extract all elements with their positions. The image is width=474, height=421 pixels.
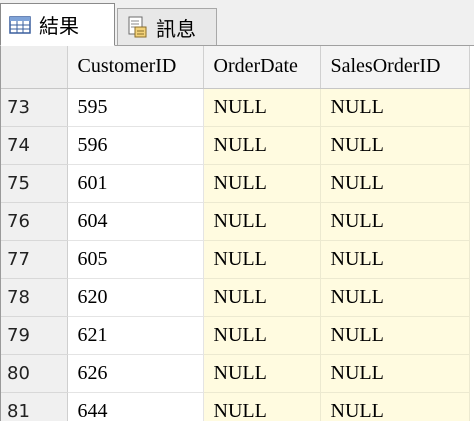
cell-salesorderid[interactable]: NULL — [320, 202, 470, 241]
tab-messages[interactable]: 訊息 — [117, 8, 217, 45]
cell-customerid[interactable]: 620 — [67, 278, 204, 317]
column-header-orderdate[interactable]: OrderDate — [203, 46, 321, 89]
cell-salesorderid[interactable]: NULL — [320, 88, 470, 127]
cell-salesorderid[interactable]: NULL — [320, 354, 470, 393]
cell-orderdate[interactable]: NULL — [203, 240, 321, 279]
header-row: CustomerID OrderDate SalesOrderID — [1, 46, 470, 89]
table-row[interactable]: 77 605 NULL NULL — [1, 240, 470, 279]
row-number[interactable]: 80 — [1, 354, 68, 393]
row-number[interactable]: 73 — [1, 88, 68, 127]
grid-icon — [9, 15, 31, 34]
table-row[interactable]: 74 596 NULL NULL — [1, 126, 470, 165]
table-row[interactable]: 73 595 NULL NULL — [1, 88, 470, 127]
cell-orderdate[interactable]: NULL — [203, 88, 321, 127]
results-table: CustomerID OrderDate SalesOrderID 73 595 N… — [1, 46, 470, 421]
column-header-customerid[interactable]: CustomerID — [67, 46, 204, 89]
tab-results[interactable]: 結果 — [0, 3, 115, 46]
row-number[interactable]: 77 — [1, 240, 68, 279]
cell-customerid[interactable]: 605 — [67, 240, 204, 279]
row-number[interactable]: 76 — [1, 202, 68, 241]
table-row[interactable]: 81 644 NULL NULL — [1, 392, 470, 421]
tab-results-label: 結果 — [39, 14, 79, 38]
cell-orderdate[interactable]: NULL — [203, 392, 321, 421]
row-number[interactable]: 74 — [1, 126, 68, 165]
results-grid[interactable]: CustomerID OrderDate SalesOrderID 73 595 N… — [0, 46, 474, 421]
table-row[interactable]: 80 626 NULL NULL — [1, 354, 470, 393]
cell-salesorderid[interactable]: NULL — [320, 164, 470, 203]
cell-customerid[interactable]: 644 — [67, 392, 204, 421]
cell-customerid[interactable]: 626 — [67, 354, 204, 393]
table-row[interactable]: 78 620 NULL NULL — [1, 278, 470, 317]
cell-orderdate[interactable]: NULL — [203, 126, 321, 165]
table-row[interactable]: 79 621 NULL NULL — [1, 316, 470, 355]
row-number[interactable]: 78 — [1, 278, 68, 317]
table-row[interactable]: 76 604 NULL NULL — [1, 202, 470, 241]
cell-orderdate[interactable]: NULL — [203, 316, 321, 355]
cell-salesorderid[interactable]: NULL — [320, 278, 470, 317]
cell-customerid[interactable]: 604 — [67, 202, 204, 241]
results-tabstrip: 結果 訊息 — [0, 0, 474, 46]
cell-customerid[interactable]: 601 — [67, 164, 204, 203]
cell-salesorderid[interactable]: NULL — [320, 240, 470, 279]
cell-customerid[interactable]: 595 — [67, 88, 204, 127]
row-number[interactable]: 79 — [1, 316, 68, 355]
row-number[interactable]: 75 — [1, 164, 68, 203]
cell-customerid[interactable]: 596 — [67, 126, 204, 165]
tab-messages-label: 訊息 — [156, 16, 196, 41]
cell-customerid[interactable]: 621 — [67, 316, 204, 355]
cell-salesorderid[interactable]: NULL — [320, 392, 470, 421]
cell-orderdate[interactable]: NULL — [203, 354, 321, 393]
corner-header[interactable] — [1, 46, 68, 89]
table-row[interactable]: 75 601 NULL NULL — [1, 164, 470, 203]
row-number[interactable]: 81 — [1, 392, 68, 421]
cell-orderdate[interactable]: NULL — [203, 202, 321, 241]
column-header-salesorderid[interactable]: SalesOrderID — [320, 46, 470, 89]
cell-orderdate[interactable]: NULL — [203, 278, 321, 317]
cell-orderdate[interactable]: NULL — [203, 164, 321, 203]
cell-salesorderid[interactable]: NULL — [320, 126, 470, 165]
cell-salesorderid[interactable]: NULL — [320, 316, 470, 355]
message-document-icon — [128, 16, 147, 38]
